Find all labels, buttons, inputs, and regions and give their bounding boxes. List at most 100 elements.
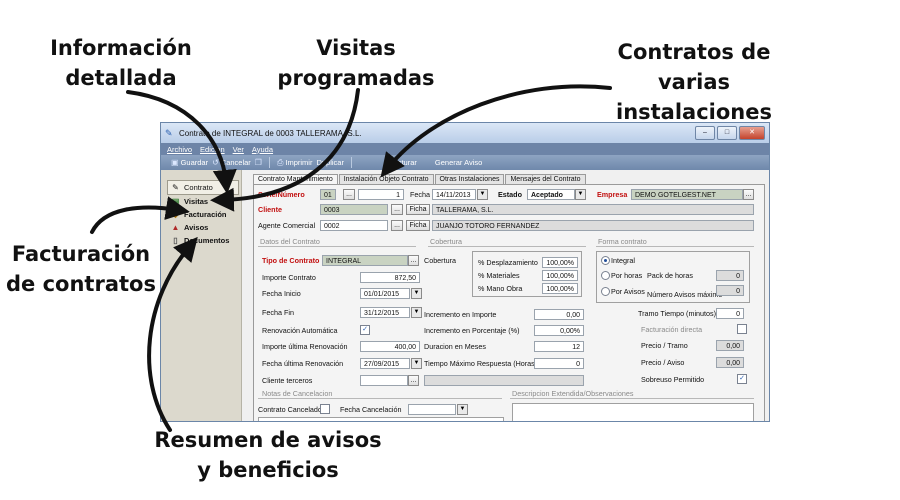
inc-porc-label: Incremento en Porcentaje (%) — [424, 326, 520, 335]
toolbar-separator — [268, 157, 270, 168]
importe-label: Importe Contrato — [262, 273, 316, 282]
poravisos-radio[interactable] — [601, 287, 610, 296]
cliente-terceros-lookup-button[interactable]: ... — [408, 375, 419, 386]
descripcion-textarea[interactable] — [512, 403, 754, 421]
materiales-input[interactable]: 100,00% — [542, 270, 578, 281]
integral-radio[interactable] — [601, 256, 610, 265]
tipo-input[interactable]: INTEGRAL — [322, 255, 408, 266]
sidebar-item-documentos[interactable]: ▯ Documentos — [161, 234, 241, 247]
cliente-lookup-button[interactable]: ... — [391, 204, 403, 215]
duracion-input[interactable]: 12 — [534, 341, 584, 352]
invoice-button[interactable]: Facturar — [389, 158, 417, 167]
renovacion-checkbox[interactable]: ✓ — [360, 325, 370, 335]
estado-select[interactable]: Aceptado — [527, 189, 575, 200]
menu-ayuda[interactable]: Ayuda — [252, 145, 273, 154]
precio-tramo-input[interactable]: 0,00 — [716, 340, 744, 351]
empresa-lookup-button[interactable]: ... — [743, 189, 754, 200]
cobertura-group-title: Cobertura — [430, 237, 462, 246]
pack-input[interactable]: 0 — [716, 270, 744, 281]
tab-instalacion-objeto[interactable]: Instalación Objeto Contrato — [338, 174, 434, 184]
materiales-label: % Materiales — [478, 271, 520, 280]
porhoras-radio[interactable] — [601, 271, 610, 280]
contract-panel: Serie/Número 01 ... 1 Fecha 14/11/2013 ▼… — [253, 184, 765, 421]
numero-input[interactable]: 1 — [358, 189, 404, 200]
fact-directa-checkbox[interactable] — [737, 324, 747, 334]
chevron-down-icon[interactable]: ▼ — [411, 307, 422, 318]
sidebar-item-avisos[interactable]: ▲ Avisos — [161, 221, 241, 234]
fecha-canc-input[interactable] — [408, 404, 456, 415]
contract-window: ✎ Contrato de INTEGRAL de 0003 TALLERAMA… — [160, 122, 770, 422]
close-button[interactable]: ✕ — [739, 126, 765, 140]
sidebar: ✎ Contrato ▤ Visitas ◆ Facturación ▲ Avisos … — [161, 170, 242, 421]
print-button[interactable]: ⎙ Imprimir — [277, 158, 312, 168]
chevron-down-icon[interactable]: ▼ — [411, 288, 422, 299]
datos-divider — [258, 246, 416, 247]
sidebar-item-facturacion[interactable]: ◆ Facturación — [161, 208, 241, 221]
menu-archivo[interactable]: Archivo — [167, 145, 192, 154]
callout-contratos: Contratos de varias instalaciones — [616, 40, 772, 124]
chevron-down-icon[interactable]: ▼ — [477, 189, 488, 200]
undo-icon: ↺ — [212, 158, 219, 167]
notas-divider — [258, 398, 502, 399]
manoobra-input[interactable]: 100,00% — [542, 283, 578, 294]
tiempo-max-input[interactable]: 0 — [534, 358, 584, 369]
pen-icon: ✎ — [165, 128, 173, 138]
desplazamiento-input[interactable]: 100,00% — [542, 257, 578, 268]
cliente-terceros-input[interactable] — [360, 375, 408, 386]
inicio-input[interactable]: 01/01/2015 — [360, 288, 410, 299]
menu-ver[interactable]: Ver — [233, 145, 244, 154]
importe-ult-input[interactable]: 400,00 — [360, 341, 420, 352]
maximize-button[interactable]: □ — [717, 126, 737, 140]
sobreuso-label: Sobreuso Permitido — [641, 375, 705, 384]
notas-textarea[interactable] — [258, 417, 504, 421]
chevron-down-icon[interactable]: ▼ — [575, 189, 586, 200]
fecha-ult-input[interactable]: 27/09/2015 — [360, 358, 410, 369]
renovacion-label: Renovación Automática — [262, 326, 338, 335]
agente-lookup-button[interactable]: ... — [391, 220, 403, 231]
tab-bar: Contrato Mantenimiento Instalación Objet… — [253, 172, 765, 184]
copy-icon: ❐ — [254, 158, 262, 167]
agente-code-input[interactable]: 0002 — [320, 220, 388, 231]
tipo-lookup-button[interactable]: ... — [408, 255, 419, 266]
sidebar-item-contrato[interactable]: ✎ Contrato — [167, 180, 239, 195]
chevron-down-icon[interactable]: ▼ — [457, 404, 468, 415]
sobreuso-checkbox[interactable]: ✓ — [737, 374, 747, 384]
tab-otras-instalaciones[interactable]: Otras Instalaciones — [434, 174, 505, 184]
sidebar-item-visitas[interactable]: ▤ Visitas — [161, 195, 241, 208]
inc-importe-label: Incremento en Importe — [424, 310, 497, 319]
importe-input[interactable]: 872,50 — [360, 272, 420, 283]
poravisos-label: Por Avisos — [611, 287, 645, 296]
duplicate-button[interactable]: Duplicar — [316, 158, 344, 167]
fact-directa-label: Facturación directa — [641, 325, 703, 334]
generate-alert-button[interactable]: Generar Aviso — [435, 158, 482, 167]
cancelado-checkbox[interactable] — [320, 404, 330, 414]
descripcion-divider — [510, 398, 754, 399]
inc-porc-input[interactable]: 0,00% — [534, 325, 584, 336]
tab-mensajes[interactable]: Mensajes del Contrato — [505, 174, 586, 184]
porhoras-label: Por horas — [611, 271, 643, 280]
cancel-button[interactable]: ↺ Cancelar — [212, 158, 251, 167]
agente-ficha-button[interactable]: Ficha — [406, 220, 430, 231]
menu-edicion[interactable]: Edicion — [200, 145, 225, 154]
cliente-code-input[interactable]: 0003 — [320, 204, 388, 215]
empresa-label: Empresa — [597, 190, 628, 199]
cobertura-divider — [428, 246, 586, 247]
tab-contrato-mantenimiento[interactable]: Contrato Mantenimiento — [253, 174, 338, 184]
fecha-input[interactable]: 14/11/2013 — [432, 189, 476, 200]
precio-aviso-input[interactable]: 0,00 — [716, 357, 744, 368]
callout-informacion: Información detallada — [50, 36, 192, 90]
num-avisos-input[interactable]: 0 — [716, 285, 744, 296]
estado-label: Estado — [498, 190, 522, 199]
cliente-ficha-button[interactable]: Ficha — [406, 204, 430, 215]
toolbar: ▣ Guardar ↺ Cancelar ❐ ⎙ Imprimir Duplicar … — [161, 155, 769, 170]
tramo-input[interactable]: 0 — [716, 308, 744, 319]
inc-importe-input[interactable]: 0,00 — [534, 309, 584, 320]
save-button[interactable]: ▣ Guardar — [171, 158, 208, 167]
empresa-input[interactable]: DEMO GOTELGEST.NET — [631, 189, 743, 200]
callout-facturacion: Facturación de contratos — [6, 242, 156, 296]
chevron-down-icon[interactable]: ▼ — [411, 358, 422, 369]
minimize-button[interactable]: – — [695, 126, 715, 140]
serie-lookup-button[interactable]: ... — [343, 189, 355, 200]
fin-input[interactable]: 31/12/2015 — [360, 307, 410, 318]
serie-input[interactable]: 01 — [320, 189, 336, 200]
